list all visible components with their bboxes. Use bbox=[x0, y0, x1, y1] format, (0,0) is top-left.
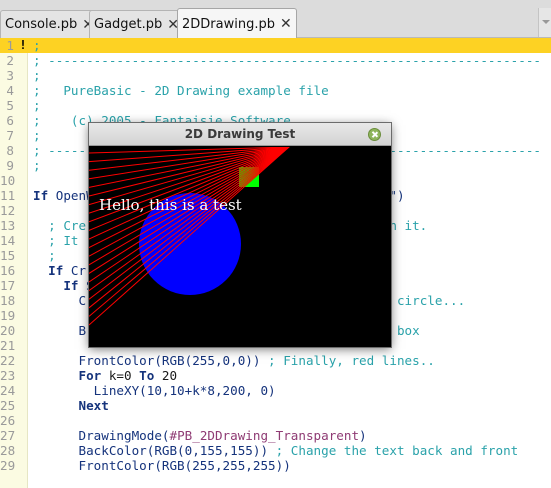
line-number: 5 bbox=[6, 98, 14, 113]
code-text: ; bbox=[33, 128, 41, 143]
code-line[interactable]: 22 FrontColor(RGB(255,0,0)) ; Finally, r… bbox=[0, 353, 551, 368]
line-number: 3 bbox=[6, 68, 14, 83]
code-text: ; It bbox=[33, 233, 79, 248]
tab-label: 2DDrawing.pb bbox=[182, 16, 275, 32]
line-number: 22 bbox=[0, 353, 16, 368]
line-number: 14 bbox=[0, 233, 16, 248]
tab-console[interactable]: Console.pb ✕ bbox=[0, 10, 99, 38]
window-close-icon[interactable] bbox=[368, 128, 381, 141]
line-number: 27 bbox=[0, 428, 16, 443]
tab-gadget[interactable]: Gadget.pb ✕ bbox=[89, 10, 185, 38]
drawing-canvas-svg bbox=[88, 146, 391, 347]
warning-marker-icon: ! bbox=[18, 38, 28, 52]
tab-label: Console.pb bbox=[5, 17, 78, 32]
line-number: 1 bbox=[6, 38, 14, 53]
tab-label: Gadget.pb bbox=[94, 17, 163, 32]
code-text: ; PureBasic - 2D Drawing example file bbox=[33, 83, 329, 98]
line-number: 12 bbox=[0, 203, 16, 218]
line-number: 29 bbox=[0, 458, 16, 473]
code-line[interactable]: 1!; bbox=[0, 38, 551, 53]
code-line[interactable]: 2 ; -------------------------------------… bbox=[0, 53, 551, 68]
line-number: 13 bbox=[0, 218, 16, 233]
code-text: FrontColor(RGB(255,255,255)) bbox=[33, 458, 291, 473]
code-line[interactable]: 23 For k=0 To 20 bbox=[0, 368, 551, 383]
line-number: 16 bbox=[0, 263, 16, 278]
line-number: 23 bbox=[0, 368, 16, 383]
code-line[interactable]: 26 bbox=[0, 413, 551, 428]
line-number: 7 bbox=[6, 128, 14, 143]
line-number: 21 bbox=[0, 338, 16, 353]
code-line[interactable]: 3; bbox=[0, 68, 551, 83]
line-number: 17 bbox=[0, 278, 16, 293]
line-number: 15 bbox=[0, 248, 16, 263]
code-line[interactable]: 27 DrawingMode(#PB_2DDrawing_Transparent… bbox=[0, 428, 551, 443]
tab-strip: Console.pb ✕ Gadget.pb ✕ 2DDrawing.pb ✕ bbox=[0, 0, 551, 39]
drawing-canvas: Hello, this is a test bbox=[88, 146, 391, 347]
code-text: FrontColor(RGB(255,0,0)) ; Finally, red … bbox=[33, 353, 435, 368]
line-number: 28 bbox=[0, 443, 16, 458]
line-number: 24 bbox=[0, 383, 16, 398]
line-number: 6 bbox=[6, 113, 14, 128]
line-number: 2 bbox=[6, 53, 14, 68]
line-number: 25 bbox=[0, 398, 16, 413]
code-line[interactable]: 4 ; PureBasic - 2D Drawing example file bbox=[0, 83, 551, 98]
window-title: 2D Drawing Test bbox=[89, 123, 391, 146]
code-line[interactable]: 5; bbox=[0, 98, 551, 113]
line-number: 26 bbox=[0, 413, 16, 428]
code-text: BackColor(RGB(0,155,155)) ; Change the t… bbox=[33, 443, 519, 458]
code-line[interactable]: 28 BackColor(RGB(0,155,155)) ; Change th… bbox=[0, 443, 551, 458]
close-tab-icon[interactable]: ✕ bbox=[280, 17, 292, 31]
line-number: 4 bbox=[6, 83, 14, 98]
tab-overflow-arrow-icon[interactable] bbox=[538, 8, 551, 37]
code-text: ; bbox=[33, 158, 41, 173]
line-number: 20 bbox=[0, 323, 16, 338]
drawing-test-window[interactable]: 2D Drawing Test Hello, this is a test bbox=[88, 123, 391, 347]
code-text: ; bbox=[33, 68, 41, 83]
code-text: Next bbox=[33, 398, 109, 413]
code-line[interactable]: 29 FrontColor(RGB(255,255,255)) bbox=[0, 458, 551, 473]
code-text: ; bbox=[33, 38, 41, 53]
line-number: 8 bbox=[6, 143, 14, 158]
canvas-text: Hello, this is a test bbox=[99, 196, 242, 214]
code-text: LineXY(10,10+k*8,200, 0) bbox=[33, 383, 276, 398]
code-text: DrawingMode(#PB_2DDrawing_Transparent) bbox=[33, 428, 367, 443]
code-text: ; bbox=[33, 98, 41, 113]
code-text: ; --------------------------------------… bbox=[33, 53, 541, 68]
line-number: 11 bbox=[0, 188, 16, 203]
line-number: 9 bbox=[6, 158, 14, 173]
code-text: For k=0 To 20 bbox=[33, 368, 178, 383]
line-number: 19 bbox=[0, 308, 16, 323]
code-line[interactable]: 24 LineXY(10,10+k*8,200, 0) bbox=[0, 383, 551, 398]
code-line[interactable]: 25 Next bbox=[0, 398, 551, 413]
code-text: If S bbox=[33, 278, 93, 293]
line-number: 18 bbox=[0, 293, 16, 308]
tab-2ddrawing[interactable]: 2DDrawing.pb ✕ bbox=[177, 8, 297, 39]
line-number: 10 bbox=[0, 173, 16, 188]
code-text: ; bbox=[33, 248, 56, 263]
code-text: If Cr bbox=[33, 263, 87, 278]
